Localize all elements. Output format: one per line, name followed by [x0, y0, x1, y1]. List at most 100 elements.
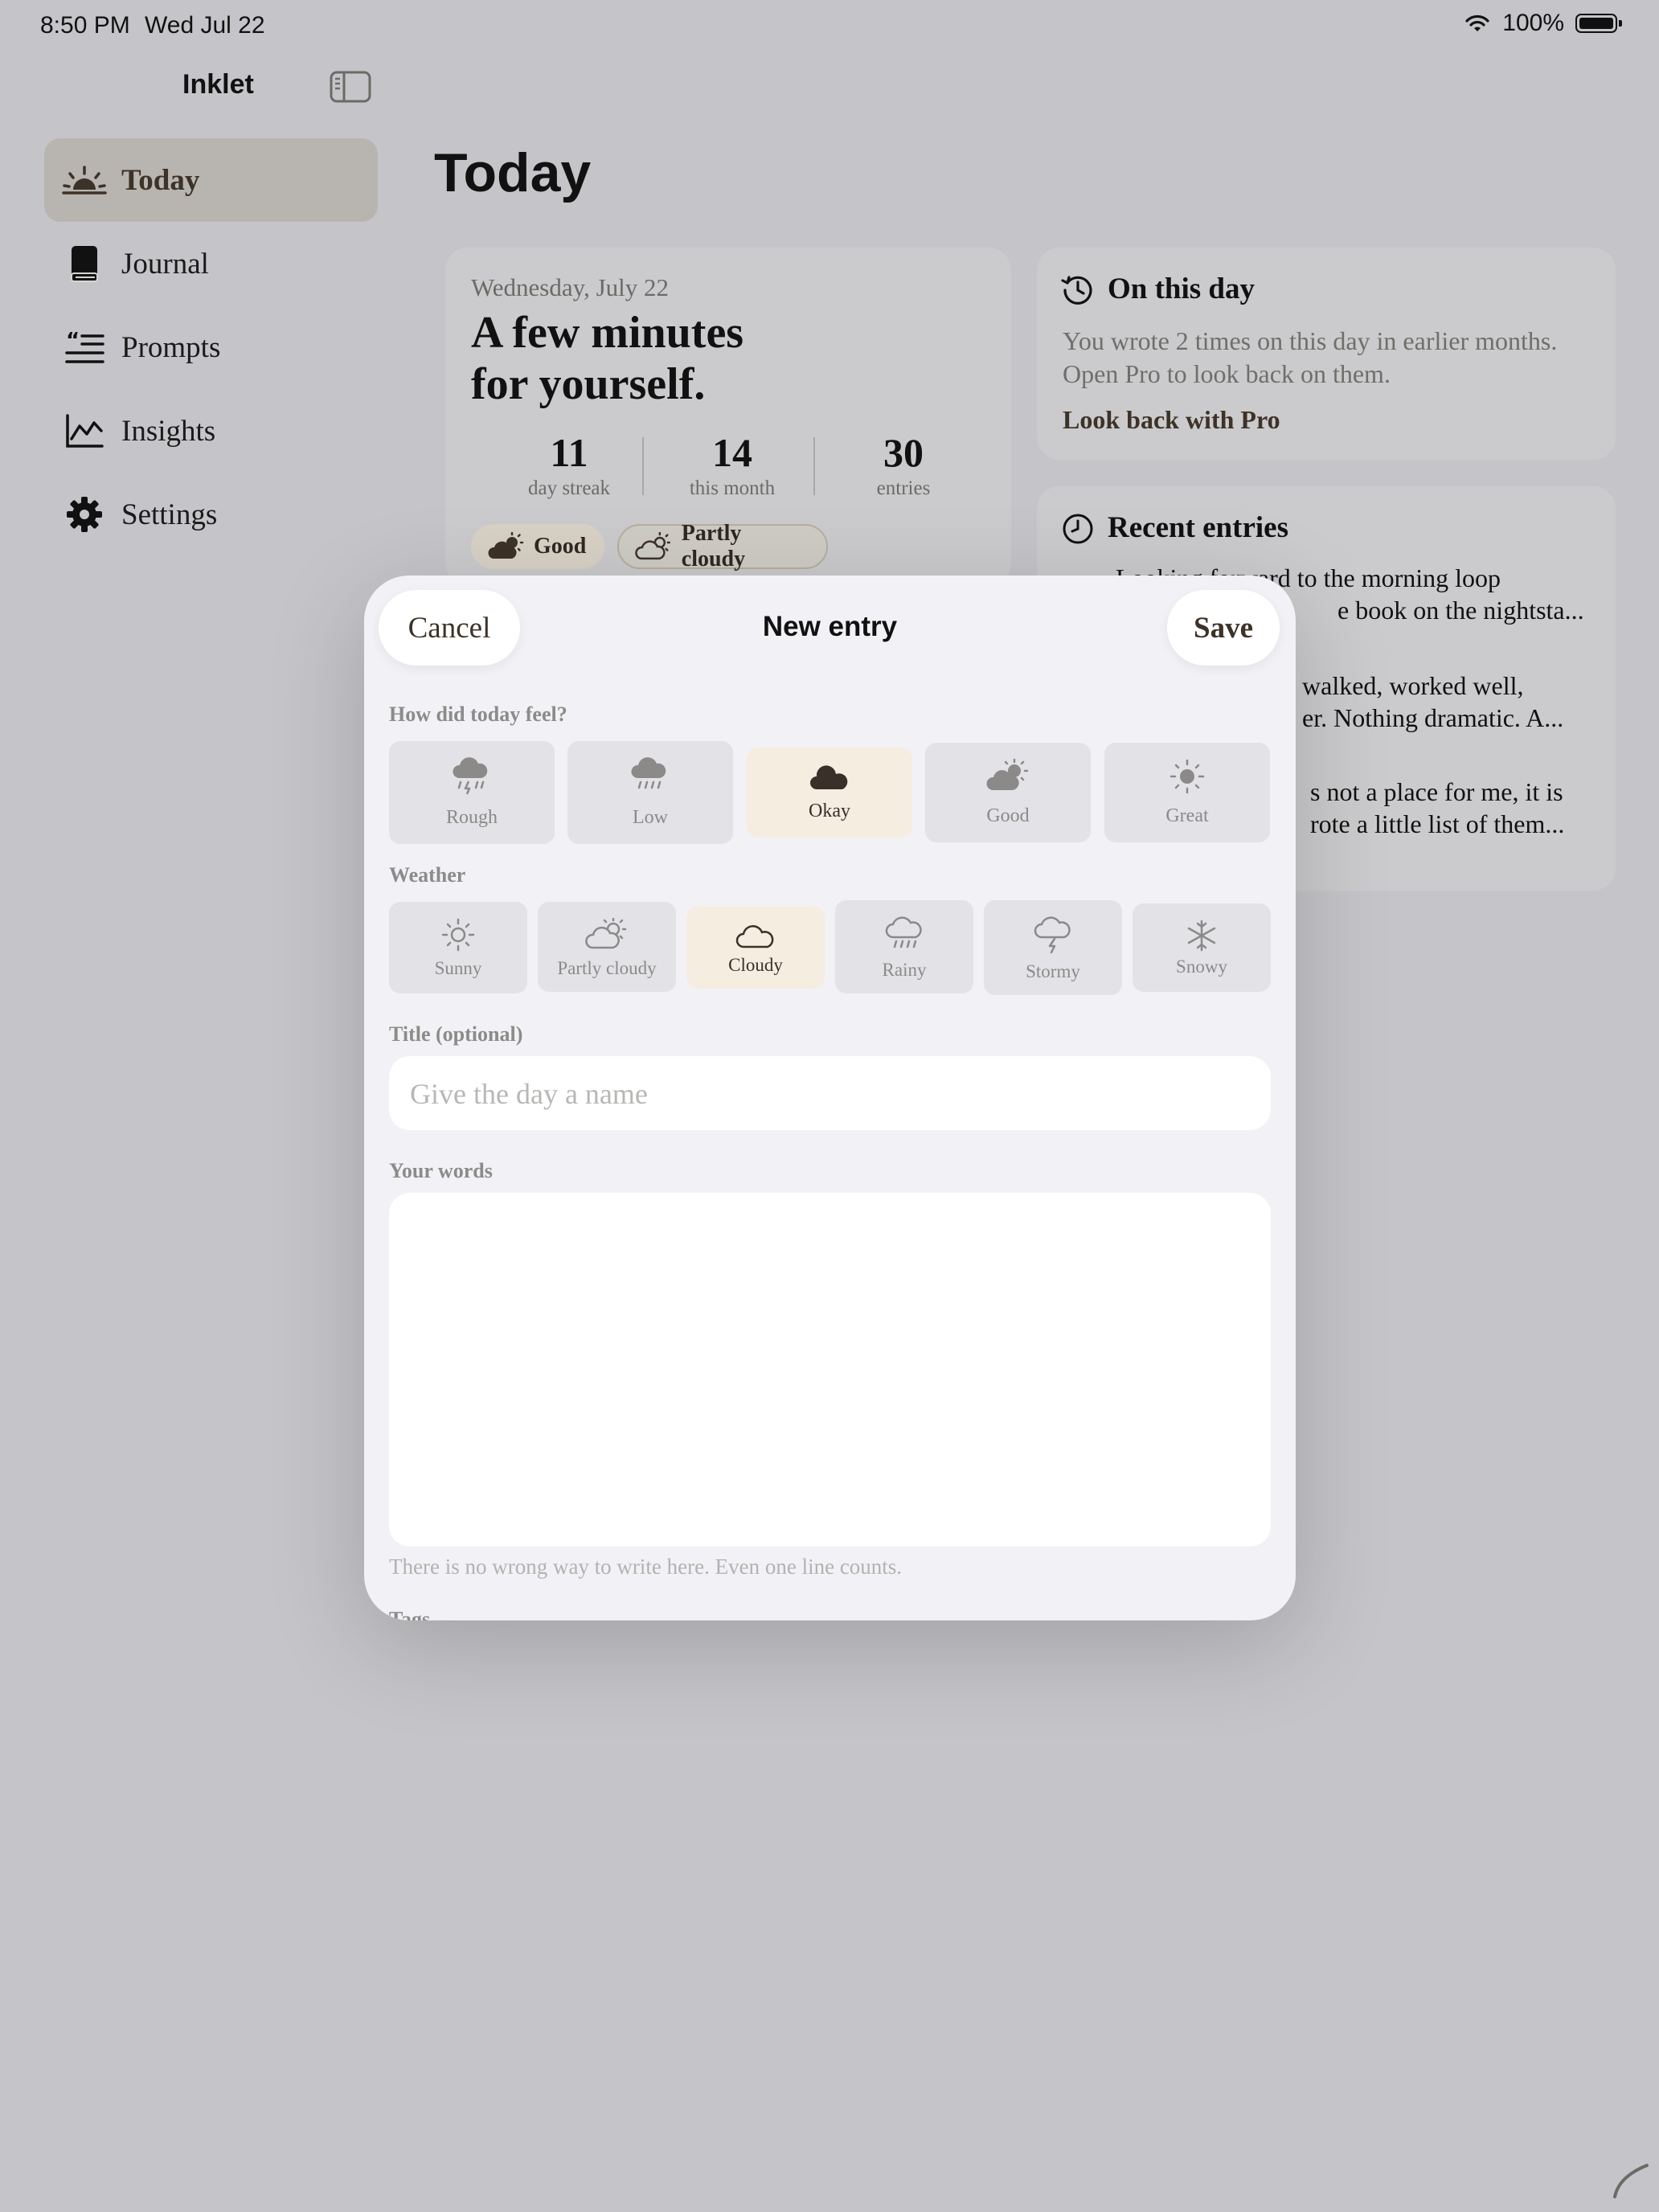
status-date: Wed Jul 22: [145, 12, 265, 39]
mood-option-good[interactable]: Good: [925, 743, 1091, 842]
weather-option-label: Rainy: [882, 960, 927, 980]
snowflake-icon: [1133, 920, 1271, 952]
sidebar-item-label: Journal: [121, 247, 209, 281]
wifi-icon: [1465, 14, 1489, 31]
weather-option-cloudy[interactable]: Cloudy: [686, 907, 825, 989]
svg-text:“: “: [66, 330, 80, 353]
weather-section-label: Weather: [389, 863, 466, 887]
stat-divider: [642, 437, 644, 495]
sidebar-item-label: Insights: [121, 414, 216, 448]
recent-entry-line[interactable]: s not a place for me, it is: [1310, 777, 1563, 807]
battery-fill: [1579, 18, 1613, 29]
weather-option-partly-cloudy[interactable]: Partly cloudy: [538, 902, 676, 992]
cloud-bolt-rain-icon: [389, 756, 555, 796]
sidebar-item-label: Settings: [121, 498, 218, 531]
sidebar-item-settings[interactable]: Settings: [44, 473, 378, 556]
mood-option-label: Great: [1165, 805, 1209, 826]
recent-entries-title: Recent entries: [1108, 511, 1288, 544]
cloud-filled-icon: [747, 764, 912, 793]
cloud-rain-outline-icon: [835, 916, 973, 952]
mood-option-label: Rough: [445, 807, 498, 828]
on-this-day-card: On this day You wrote 2 times on this da…: [1037, 248, 1616, 460]
weather-option-label: Snowy: [1176, 956, 1227, 977]
weather-option-stormy[interactable]: Stormy: [984, 900, 1122, 995]
stat-label: this month: [689, 477, 776, 499]
recent-entry-line[interactable]: rote a little list of them...: [1310, 809, 1564, 839]
weather-pill-label: Partly cloudy: [681, 521, 746, 571]
gear-icon: [62, 492, 107, 537]
mood-section-label: How did today feel?: [389, 703, 567, 726]
sidebar-item-journal[interactable]: Journal: [44, 222, 378, 305]
save-button[interactable]: Save: [1167, 590, 1280, 666]
hero-date: Wednesday, July 22: [471, 273, 670, 301]
cloud-sun-filled-icon: [925, 759, 1091, 793]
title-input[interactable]: [408, 1056, 1247, 1132]
weather-pill: Partly cloudy: [617, 521, 828, 571]
sidebar-item-today[interactable]: Today: [44, 138, 378, 222]
weather-option-label: Cloudy: [728, 955, 783, 975]
mood-pill-label: Good: [534, 534, 587, 559]
sidebar-toggle-icon[interactable]: [330, 71, 371, 103]
sidebar-item-label: Prompts: [121, 330, 221, 364]
weather-option-sunny[interactable]: Sunny: [389, 902, 527, 993]
weather-option-label: Partly cloudy: [557, 958, 657, 978]
mood-option-low[interactable]: Low: [567, 741, 733, 844]
weather-option-snowy[interactable]: Snowy: [1133, 903, 1271, 992]
mood-option-rough[interactable]: Rough: [389, 741, 555, 844]
stat-divider: [813, 437, 815, 495]
app-title: Inklet: [182, 69, 254, 100]
cloud-sun-icon: [538, 918, 676, 950]
mood-option-great[interactable]: Great: [1104, 743, 1270, 842]
stat-label: day streak: [527, 477, 611, 499]
sidebar-item-label: Today: [121, 163, 200, 197]
stat-value: 30: [883, 430, 924, 475]
recent-entry-line[interactable]: walked, worked well,: [1302, 671, 1523, 701]
history-icon: [1061, 276, 1092, 305]
page-title: Today: [434, 142, 592, 203]
words-field: [389, 1193, 1271, 1546]
tags-section-label: Tags: [389, 1608, 431, 1620]
sun-filled-icon: [1104, 759, 1270, 794]
chart-icon: [62, 408, 107, 453]
sidebar-item-insights[interactable]: Insights: [44, 389, 378, 473]
stat-entries: 30 entries: [819, 429, 988, 500]
cloud-rain-icon: [567, 756, 733, 796]
on-this-day-title: On this day: [1108, 272, 1256, 305]
mood-option-label: Okay: [809, 801, 850, 821]
words-textarea[interactable]: [389, 1193, 1271, 1546]
weather-option-label: Sunny: [434, 958, 482, 978]
title-field: [389, 1056, 1271, 1132]
stat-value: 11: [550, 430, 588, 475]
mood-option-label: Low: [633, 807, 668, 828]
hero-headline-line-1: A few minutes: [471, 308, 744, 358]
recent-entry-line[interactable]: e book on the nightsta...: [1337, 596, 1584, 625]
weather-option-label: Stormy: [1026, 961, 1080, 981]
stat-day-streak: 11 day streak: [485, 429, 653, 500]
sidebar-item-prompts[interactable]: “ Prompts: [44, 305, 378, 389]
stat-label: entries: [876, 477, 931, 499]
new-entry-sheet: Cancel New entry Save How did today feel…: [364, 576, 1296, 1620]
clock-icon: [1063, 514, 1093, 544]
pencil-hover-icon: [1613, 2164, 1649, 2198]
sunrise-icon: [62, 158, 107, 203]
battery-percent: 100%: [1502, 10, 1564, 36]
cloud-sun-filled-icon: [488, 532, 524, 559]
sheet-title: New entry: [762, 611, 898, 642]
battery-icon: [1575, 14, 1622, 33]
title-section-label: Title (optional): [389, 1022, 523, 1046]
hero-headline-line-2: for yourself.: [471, 359, 706, 409]
look-back-link[interactable]: Look back with Pro: [1063, 405, 1280, 435]
cloud-sun-icon: [635, 532, 671, 560]
on-this-day-text: You wrote 2 times on this day in earlier…: [1063, 326, 1558, 388]
cloud-bolt-icon: [984, 916, 1122, 953]
weather-option-rainy[interactable]: Rainy: [835, 900, 973, 993]
status-time: 8:50 PM: [40, 12, 130, 39]
mood-option-okay[interactable]: Okay: [747, 748, 912, 838]
book-icon: [62, 241, 107, 286]
hero-headline: A few minutes for yourself.: [471, 307, 873, 410]
words-section-label: Your words: [389, 1159, 493, 1182]
stat-this-month: 14 this month: [648, 429, 817, 500]
today-hero-card: Wednesday, July 22 A few minutes for you…: [445, 248, 1011, 585]
cloud-icon: [686, 923, 825, 950]
recent-entry-line[interactable]: er. Nothing dramatic. A...: [1302, 703, 1563, 733]
